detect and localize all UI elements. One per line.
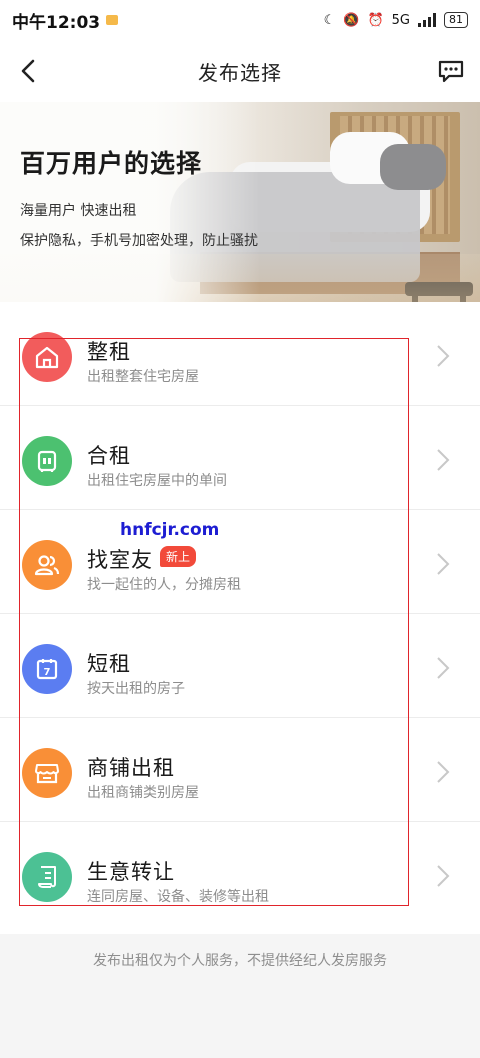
message-icon	[438, 60, 464, 83]
banner: 百万用户的选择 海量用户 快速出租 保护隐私，手机号加密处理，防止骚扰	[0, 102, 480, 302]
top-navigation-bar: 发布选择	[0, 40, 480, 102]
option-subtitle: 连同房屋、设备、装修等出租	[87, 889, 269, 905]
option-subtitle: 出租商铺类别房屋	[87, 785, 199, 801]
chevron-right-icon	[437, 657, 450, 679]
notification-icon	[106, 15, 119, 25]
new-badge: 新上	[160, 546, 197, 567]
status-bar: 中午12:03 ☾ 🔕 ⏰ 5G 81	[0, 0, 480, 40]
message-button[interactable]	[436, 56, 466, 86]
calendar-icon: 7	[22, 644, 72, 694]
chevron-right-icon	[437, 553, 450, 575]
option-whole-rent[interactable]: 整租 出租整套住宅房屋	[0, 302, 480, 406]
back-button[interactable]	[14, 56, 42, 86]
option-shared-rent[interactable]: 合租 出租住宅房屋中的单间	[0, 406, 480, 510]
svg-text:7: 7	[44, 667, 51, 678]
option-title: 找室友	[87, 548, 153, 572]
option-shop-rent[interactable]: 商铺出租 出租商铺类别房屋	[0, 718, 480, 822]
battery-icon: 81	[444, 12, 468, 28]
banner-title: 百万用户的选择	[20, 149, 203, 178]
option-subtitle: 按天出租的房子	[87, 681, 185, 697]
option-subtitle: 出租住宅房屋中的单间	[87, 473, 227, 489]
option-title: 短租	[87, 652, 131, 676]
page-title: 发布选择	[198, 60, 282, 85]
chevron-right-icon	[437, 865, 450, 887]
option-title: 商铺出租	[87, 756, 175, 780]
alarm-icon: ⏰	[367, 12, 384, 28]
moon-icon: ☾	[323, 12, 336, 28]
mute-icon: 🔕	[343, 12, 360, 28]
signal-icon	[418, 13, 436, 27]
watermark: hnfcjr.com	[120, 520, 220, 540]
option-find-roommate[interactable]: 找室友 找一起住的人，分摊房租	[0, 510, 480, 614]
chevron-right-icon	[437, 761, 450, 783]
house-icon	[22, 332, 72, 382]
option-business-transfer[interactable]: 生意转让 连同房屋、设备、装修等出租	[0, 822, 480, 926]
option-title: 生意转让	[87, 860, 175, 884]
store-icon	[22, 748, 72, 798]
option-title: 整租	[87, 340, 131, 364]
banner-privacy-note: 保护隐私，手机号加密处理，防止骚扰	[20, 233, 258, 249]
back-arrow-icon	[21, 59, 35, 83]
people-icon	[22, 540, 72, 590]
network-label: 5G	[391, 12, 410, 28]
chevron-right-icon	[437, 345, 450, 367]
option-subtitle: 找一起住的人，分摊房租	[87, 577, 241, 593]
footer: 发布出租仅为个人服务，不提供经纪人发房服务	[0, 934, 480, 1058]
option-short-rent[interactable]: 7 短租 按天出租的房子	[0, 614, 480, 718]
publish-options-list: 整租 出租整套住宅房屋 合租 出租住宅房屋中的单间 找室友 找一起住的人，分摊房…	[0, 302, 480, 934]
contract-icon	[22, 852, 72, 902]
status-time: 中午12:03	[12, 12, 101, 33]
banner-tagline: 海量用户 快速出租	[20, 203, 137, 219]
chevron-right-icon	[437, 449, 450, 471]
option-title: 合租	[87, 444, 131, 468]
bed-icon	[22, 436, 72, 486]
footer-note: 发布出租仅为个人服务，不提供经纪人发房服务	[93, 953, 387, 969]
option-subtitle: 出租整套住宅房屋	[87, 369, 199, 385]
status-icons: ☾ 🔕 ⏰ 5G 81	[324, 12, 468, 28]
